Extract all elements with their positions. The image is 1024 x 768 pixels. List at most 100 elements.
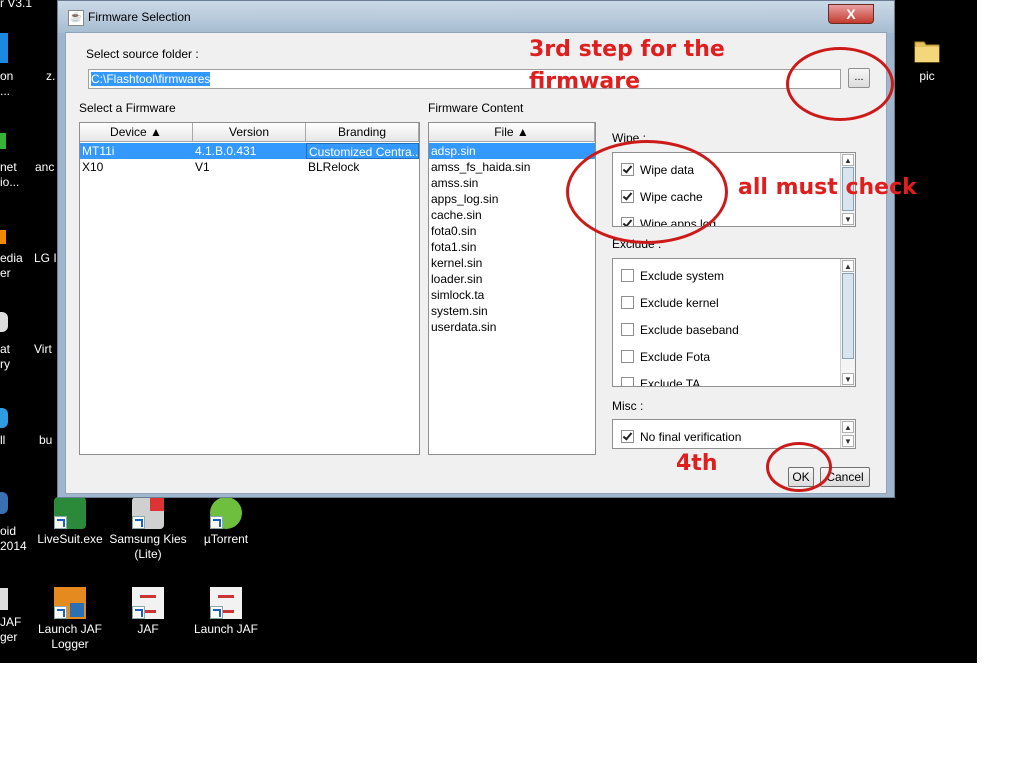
app-icon[interactable] — [0, 408, 8, 428]
media-player-icon[interactable] — [0, 230, 6, 244]
window-title: Firmware Selection — [88, 10, 191, 24]
list-item[interactable]: fota0.sin — [429, 223, 595, 239]
desktop-partial-label: at — [0, 342, 11, 356]
no-final-verification-checkbox[interactable]: No final verification — [621, 428, 741, 446]
list-item[interactable]: kernel.sin — [429, 255, 595, 271]
select-firmware-label: Select a Firmware — [79, 101, 176, 115]
desktop-partial-label: r V3.1 — [0, 0, 33, 10]
checkbox-box — [621, 323, 634, 336]
list-item[interactable]: userdata.sin — [429, 319, 595, 335]
list-item[interactable]: adsp.sin — [429, 143, 595, 159]
checkbox-box — [621, 296, 634, 309]
desktop-partial-label: on — [0, 69, 14, 83]
firmware-selection-window: ☕ Firmware Selection X Select source fol… — [57, 0, 895, 498]
desktop-partial-label: ger — [0, 630, 18, 644]
checkbox-label: No final verification — [640, 430, 742, 444]
misc-scrollbar[interactable]: ▲ ▼ — [840, 420, 855, 448]
exclude-baseband-checkbox[interactable]: Exclude baseband — [621, 321, 739, 339]
desktop-icon-label: LiveSuit.exe — [37, 532, 103, 546]
app-icon[interactable] — [0, 133, 6, 149]
launch-jaf-icon — [210, 587, 242, 619]
livesuit-icon — [54, 497, 86, 529]
annotation-check-all: all must check — [738, 175, 917, 200]
checkbox-label: Exclude TA — [640, 377, 701, 387]
desktop-icon-label: µTorrent — [203, 532, 249, 546]
desktop-partial-label: bu — [39, 433, 53, 447]
scroll-down-icon[interactable]: ▼ — [842, 373, 854, 385]
desktop-icon-label: Samsung Kies (Lite) — [109, 532, 187, 561]
java-icon: ☕ — [68, 10, 84, 26]
checkbox-label: Exclude kernel — [640, 296, 719, 310]
samsung-kies-icon — [132, 497, 164, 529]
app-icon[interactable] — [0, 312, 8, 332]
desktop-partial-label: io... — [0, 175, 20, 189]
desktop-partial-label: ... — [0, 84, 11, 98]
desktop-icon-jaf[interactable]: JAF — [108, 587, 188, 637]
app-icon[interactable] — [0, 588, 8, 610]
desktop-icon-label: Launch JAF — [193, 622, 259, 636]
list-item[interactable]: amss_fs_haida.sin — [429, 159, 595, 175]
desktop-partial-label: LG I — [34, 251, 57, 265]
firmware-table[interactable]: Device ▲ Version Branding MT11i 4.1.B.0.… — [79, 122, 420, 455]
checkbox-box — [621, 377, 634, 386]
list-item[interactable]: loader.sin — [429, 271, 595, 287]
column-header-version[interactable]: Version — [193, 123, 306, 142]
dialog-content: Select source folder : C:\Flashtool\firm… — [65, 32, 887, 494]
table-cell: Customized Centra... — [306, 143, 419, 159]
checkbox-label: Exclude system — [640, 269, 725, 283]
checkbox-label: Exclude Fota — [640, 350, 711, 364]
exclude-kernel-checkbox[interactable]: Exclude kernel — [621, 294, 719, 312]
desktop-partial-label: JAF — [0, 615, 22, 629]
jaf-logger-icon — [54, 587, 86, 619]
desktop-icon-jaf-logger[interactable]: Launch JAF Logger — [30, 587, 110, 652]
desktop-partial-label: edia — [0, 251, 23, 265]
exclude-options: Exclude system Exclude kernel Exclude ba… — [612, 258, 856, 387]
app-icon[interactable] — [0, 33, 8, 63]
column-header-device[interactable]: Device ▲ — [80, 123, 193, 142]
annotation-step3: 3rd step for the firmware — [529, 37, 725, 94]
list-item[interactable]: system.sin — [429, 303, 595, 319]
desktop-icon-samsung-kies[interactable]: Samsung Kies (Lite) — [108, 497, 188, 562]
exclude-fota-checkbox[interactable]: Exclude Fota — [621, 348, 710, 366]
table-cell: V1 — [195, 160, 210, 174]
folder-icon — [911, 34, 943, 66]
annotation-circle-wipe — [566, 140, 728, 244]
desktop-partial-label: oid — [0, 524, 17, 538]
column-header-file[interactable]: File ▲ — [429, 123, 595, 142]
checkbox-box — [621, 269, 634, 282]
desktop-partial-label: ry — [0, 357, 10, 371]
desktop-icon-utorrent[interactable]: µTorrent — [186, 497, 266, 547]
desktop-partial-label: net — [0, 160, 17, 174]
scroll-down-icon[interactable]: ▼ — [842, 435, 854, 447]
desktop-icon-pic[interactable]: pic — [887, 34, 967, 84]
source-folder-label: Select source folder : — [86, 47, 199, 61]
desktop-icon-livesuit[interactable]: LiveSuit.exe — [30, 497, 110, 547]
list-item[interactable]: fota1.sin — [429, 239, 595, 255]
table-cell: X10 — [82, 160, 104, 174]
scroll-down-icon[interactable]: ▼ — [842, 213, 854, 225]
scroll-up-icon[interactable]: ▲ — [842, 421, 854, 433]
exclude-ta-checkbox[interactable]: Exclude TA — [621, 375, 701, 387]
source-folder-value: C:\Flashtool\firmwares — [91, 72, 211, 86]
scroll-up-icon[interactable]: ▲ — [842, 260, 854, 272]
close-button[interactable]: X — [828, 4, 874, 24]
column-header-branding[interactable]: Branding — [306, 123, 419, 142]
desktop-icon-launch-jaf[interactable]: Launch JAF — [186, 587, 266, 637]
jaf-icon — [132, 587, 164, 619]
desktop-icon-label: Launch JAF Logger — [37, 622, 103, 651]
desktop-icon-label: JAF — [137, 622, 159, 636]
utorrent-icon — [210, 497, 242, 529]
exclude-scrollbar[interactable]: ▲ ▼ — [840, 259, 855, 386]
checkbox-box — [621, 430, 634, 443]
app-icon[interactable] — [0, 492, 8, 514]
desktop-partial-label: ll — [0, 433, 6, 447]
exclude-system-checkbox[interactable]: Exclude system — [621, 267, 724, 285]
annotation-step4: 4th — [676, 451, 718, 476]
list-item[interactable]: simlock.ta — [429, 287, 595, 303]
checkbox-box — [621, 350, 634, 363]
title-bar[interactable]: ☕ Firmware Selection X — [58, 1, 894, 33]
scroll-thumb[interactable] — [842, 273, 854, 359]
scroll-up-icon[interactable]: ▲ — [842, 154, 854, 166]
firmware-content-label: Firmware Content — [428, 101, 524, 115]
desktop-partial-label: Virt — [34, 342, 52, 356]
